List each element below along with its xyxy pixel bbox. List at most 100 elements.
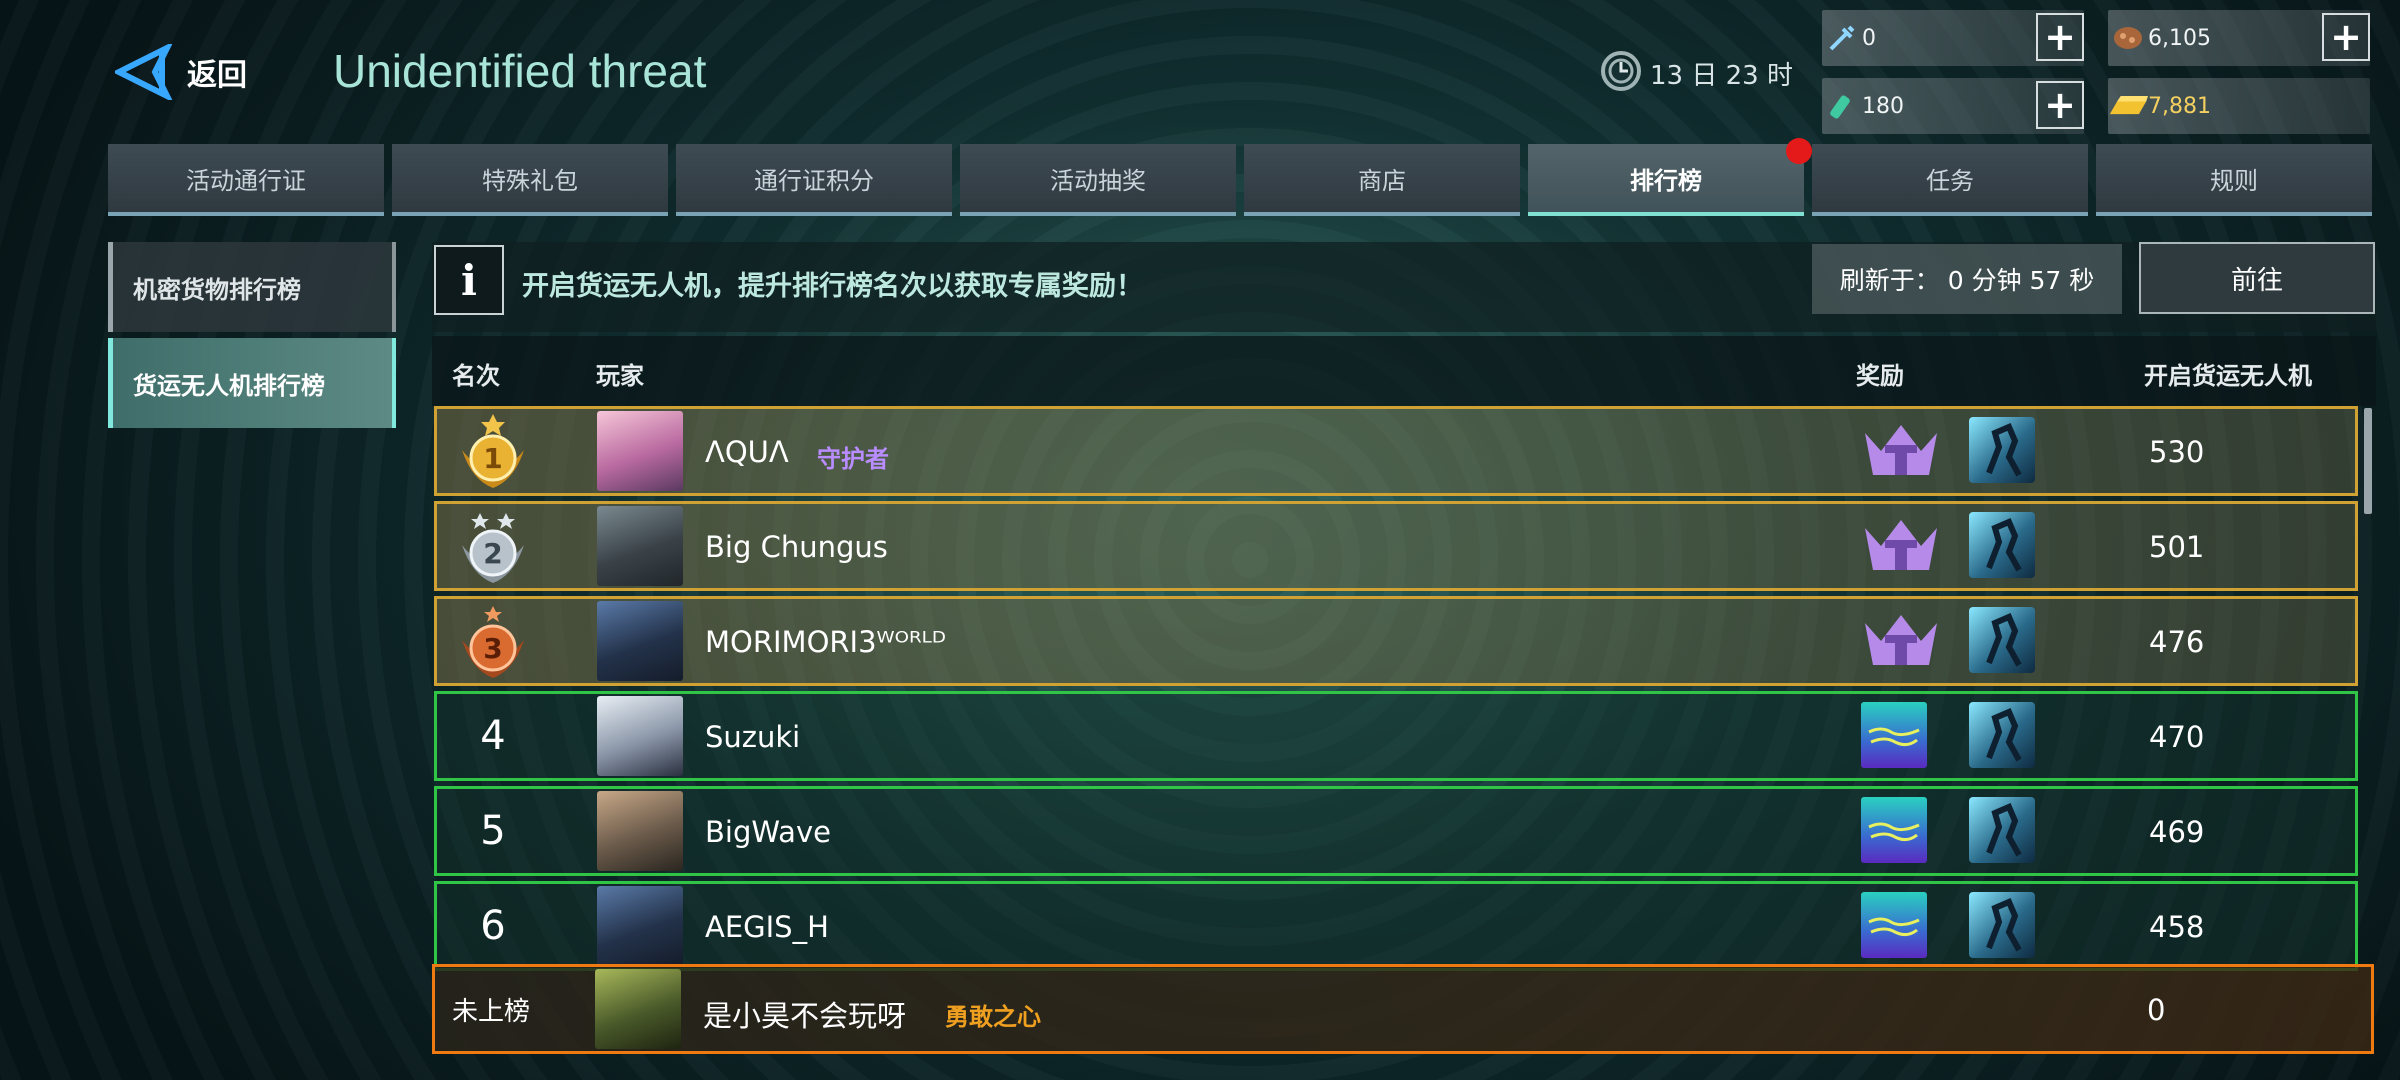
syringe-icon <box>1822 23 1862 53</box>
currency-vial: 180 + <box>1822 78 2084 134</box>
info-icon[interactable]: i <box>434 245 504 315</box>
mech-reward-icon <box>1969 607 2035 673</box>
score-value: 458 <box>2149 910 2205 944</box>
table-row[interactable]: 6 AEGIS_H 458 <box>434 881 2358 971</box>
header-score: 开启货运无人机 <box>2144 362 2312 390</box>
scrollbar[interactable] <box>2364 408 2372 514</box>
rank-2-medal-icon: 2 <box>437 504 549 588</box>
currency-value: 7,881 <box>2148 93 2211 119</box>
tab-label: 排行榜 <box>1630 166 1702 195</box>
rank-status: 未上榜 <box>451 996 530 1027</box>
tab-rules[interactable]: 规则 <box>2096 144 2372 216</box>
currency-syringe: 0 + <box>1822 10 2084 66</box>
table-row[interactable]: 3 MORIMORI3ᵂᴼᴿᴸᴰ 476 <box>434 596 2358 686</box>
refresh-label: 刷新于： <box>1839 266 1940 295</box>
mech-reward-icon <box>1969 702 2035 768</box>
tab-leaderboard[interactable]: 排行榜 <box>1528 138 1812 216</box>
clock-icon <box>1600 50 1642 96</box>
score-value: 530 <box>2149 435 2205 469</box>
avatar <box>597 886 683 966</box>
player-name: BigWave <box>705 815 831 849</box>
fish-school-reward-icon <box>1861 892 1927 958</box>
header-player: 玩家 <box>596 362 644 390</box>
mech-reward-icon <box>1969 797 2035 863</box>
crown-reward-icon <box>1861 607 1937 673</box>
score-value: 469 <box>2149 815 2205 849</box>
table-row[interactable]: 2 Big Chungus 501 <box>434 501 2358 591</box>
score-value: 501 <box>2149 530 2205 564</box>
currency-value: 180 <box>1862 93 1904 119</box>
tab-missions[interactable]: 任务 <box>1812 144 2088 216</box>
sidebar-item-drone-leaderboard[interactable]: 货运无人机排行榜 <box>108 338 396 428</box>
header-rank: 名次 <box>452 362 500 390</box>
fish-school-reward-icon <box>1861 797 1927 863</box>
avatar <box>597 601 683 681</box>
plus-icon: + <box>2044 83 2076 127</box>
mech-reward-icon <box>1969 417 2035 483</box>
vial-icon <box>1822 91 1862 121</box>
player-name: 是小昊不会玩呀 <box>703 999 907 1033</box>
player-title: 勇敢之心 <box>945 1003 1041 1031</box>
rank-number: 6 <box>480 903 506 949</box>
leaderboard-table: 名次 玩家 奖励 开启货运无人机 1 ΛQUΛ 守护者 530 2 Big Ch… <box>432 336 2376 1056</box>
svg-text:1: 1 <box>483 442 502 475</box>
info-text: 开启货运无人机，提升排行榜名次以获取专属奖励！ <box>522 271 1143 302</box>
back-button[interactable]: 返回 <box>115 40 265 104</box>
page-title: Unidentified threat <box>333 45 707 97</box>
tab-pass-points[interactable]: 通行证积分 <box>676 144 952 216</box>
mech-reward-icon <box>1969 512 2035 578</box>
add-syringe-button[interactable]: + <box>2036 13 2084 61</box>
player-name: MORIMORI3ᵂᴼᴿᴸᴰ <box>705 625 946 659</box>
score-value: 470 <box>2149 720 2205 754</box>
rank-number: 5 <box>480 808 506 854</box>
ore-icon <box>2108 24 2148 52</box>
avatar <box>597 506 683 586</box>
timer-text: 13 日 23 时 <box>1650 60 1793 91</box>
header-reward: 奖励 <box>1856 362 1904 390</box>
player-title: 守护者 <box>817 445 889 473</box>
rank-1-medal-icon: 1 <box>437 409 549 493</box>
table-row[interactable]: 1 ΛQUΛ 守护者 530 <box>434 406 2358 496</box>
currency-value: 0 <box>1862 25 1876 51</box>
notification-dot <box>1786 138 1812 164</box>
player-name: Big Chungus <box>705 530 888 564</box>
tab-event-lottery[interactable]: 活动抽奖 <box>960 144 1236 216</box>
event-timer: 13 日 23 时 <box>1600 50 1793 96</box>
avatar <box>597 411 683 491</box>
refresh-status: 刷新于： 0 分钟 57 秒 <box>1812 244 2122 314</box>
tab-shop[interactable]: 商店 <box>1244 144 1520 216</box>
add-vial-button[interactable]: + <box>2036 81 2084 129</box>
table-row[interactable]: 5 BigWave 469 <box>434 786 2358 876</box>
tab-special-pack[interactable]: 特殊礼包 <box>392 144 668 216</box>
crown-reward-icon <box>1861 512 1937 578</box>
avatar <box>597 791 683 871</box>
mech-reward-icon <box>1969 892 2035 958</box>
rank-3-medal-icon: 3 <box>437 599 549 683</box>
tab-bar: 活动通行证 特殊礼包 通行证积分 活动抽奖 商店 排行榜 任务 规则 <box>108 138 2372 216</box>
plus-icon: + <box>2330 15 2362 59</box>
currency-ore: 6,105 + <box>2108 10 2370 66</box>
table-header: 名次 玩家 奖励 开启货运无人机 <box>432 336 2376 406</box>
plus-icon: + <box>2044 15 2076 59</box>
svg-text:3: 3 <box>483 632 502 665</box>
currency-gold: 7,881 <box>2108 78 2370 134</box>
goto-button[interactable]: 前往 <box>2139 242 2375 314</box>
my-rank-row[interactable]: 未上榜 是小昊不会玩呀 勇敢之心 0 <box>432 964 2374 1054</box>
player-name: Suzuki <box>705 720 801 754</box>
back-arrow-icon <box>115 44 177 100</box>
add-ore-button[interactable]: + <box>2322 13 2370 61</box>
avatar <box>597 696 683 776</box>
tab-event-pass[interactable]: 活动通行证 <box>108 144 384 216</box>
player-name: ΛQUΛ <box>705 435 789 469</box>
back-label: 返回 <box>187 58 247 93</box>
score-value: 0 <box>2147 993 2166 1027</box>
sidebar-item-cargo-leaderboard[interactable]: 机密货物排行榜 <box>108 242 396 332</box>
svg-text:2: 2 <box>483 537 502 570</box>
crown-reward-icon <box>1861 417 1937 483</box>
table-row[interactable]: 4 Suzuki 470 <box>434 691 2358 781</box>
player-name: AEGIS_H <box>705 910 829 944</box>
fish-school-reward-icon <box>1861 702 1927 768</box>
gold-bar-icon <box>2108 93 2148 119</box>
score-value: 476 <box>2149 625 2205 659</box>
refresh-time: 0 分钟 57 秒 <box>1947 266 2095 295</box>
